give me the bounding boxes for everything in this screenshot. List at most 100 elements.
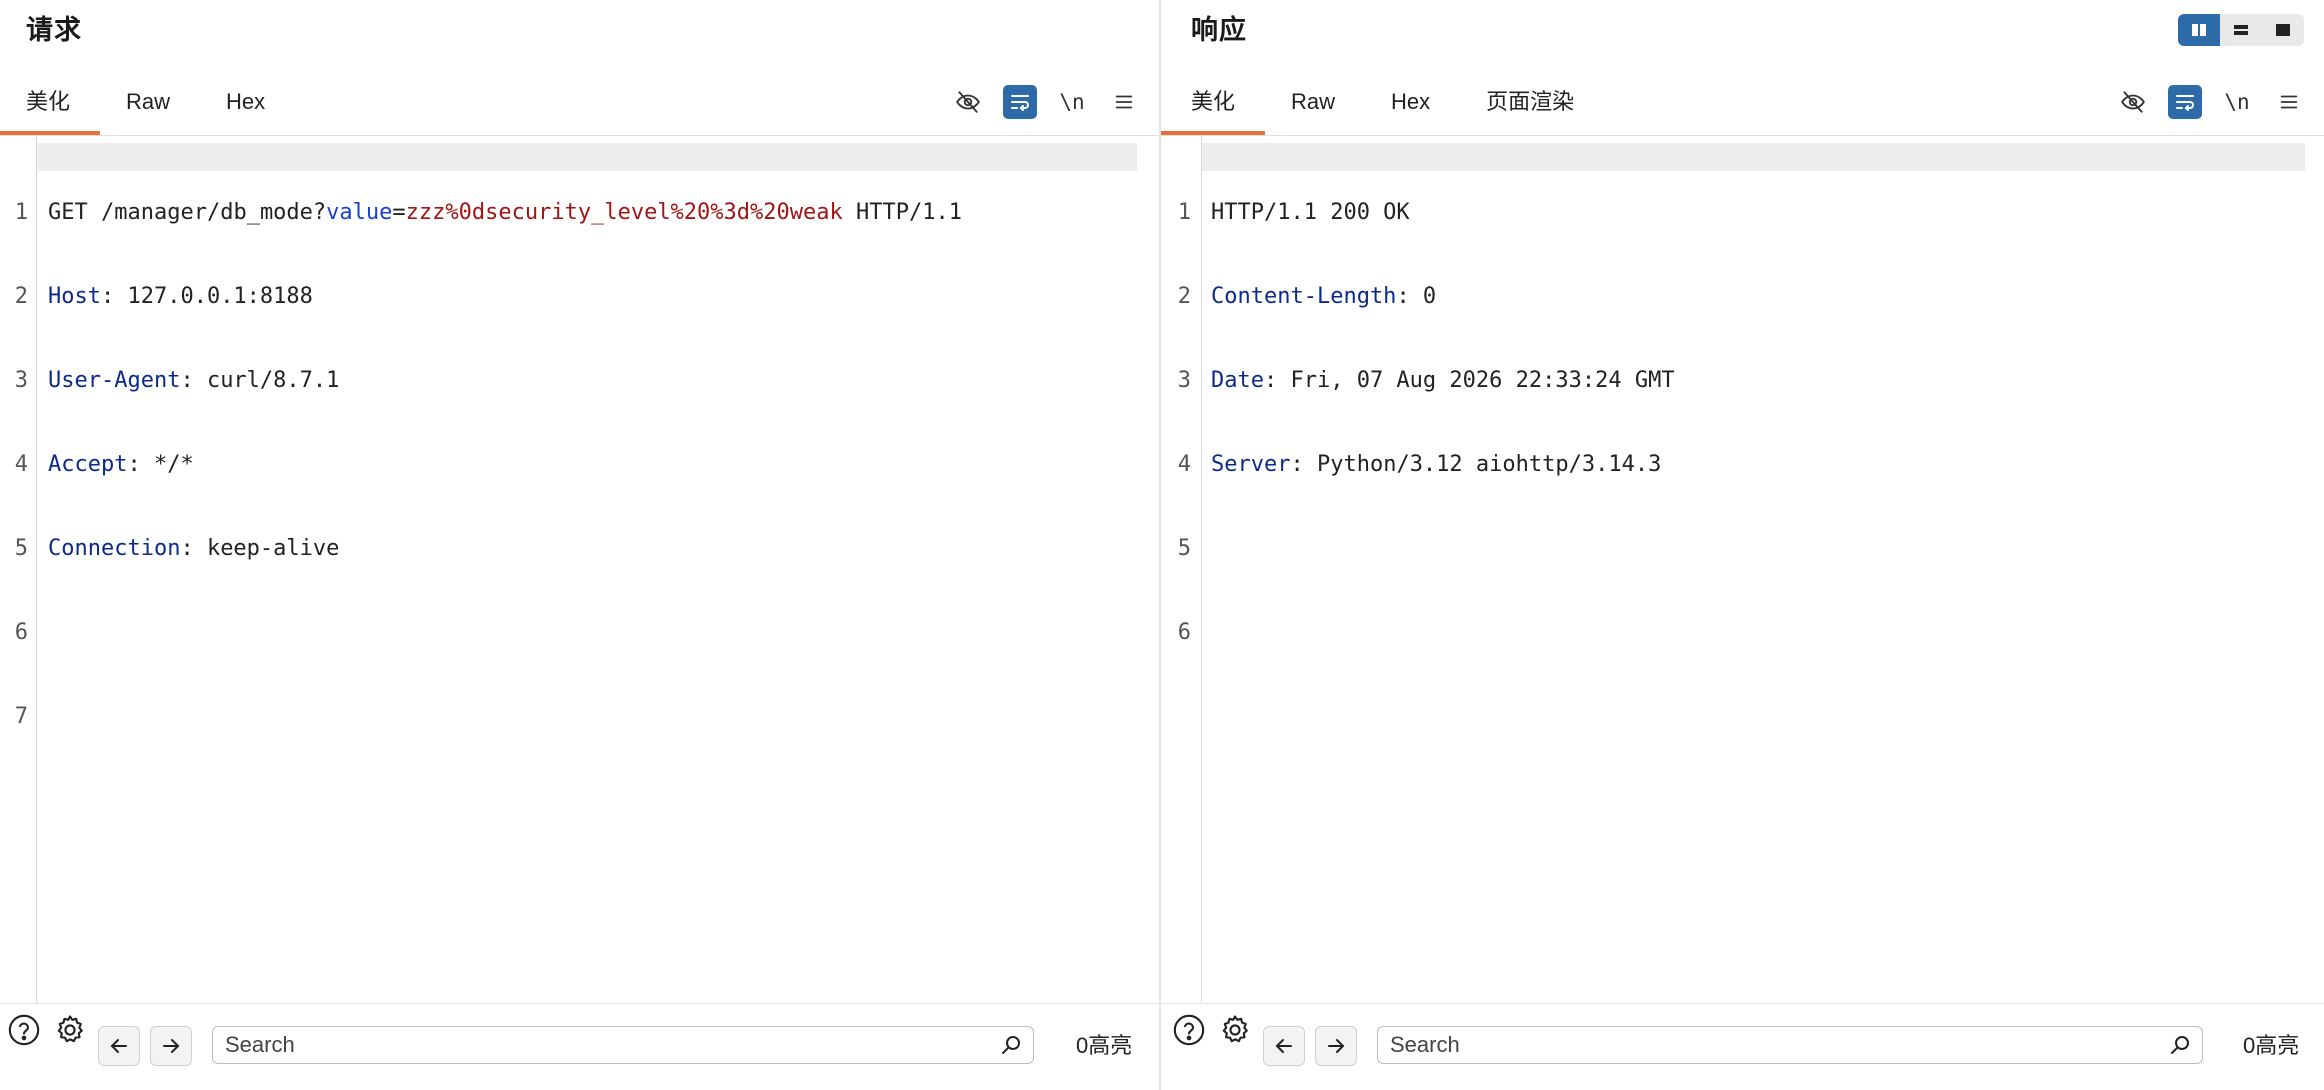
- settings-button[interactable]: [50, 1010, 90, 1050]
- tab-raw[interactable]: Raw: [100, 78, 200, 136]
- query-equals: =: [392, 200, 406, 225]
- request-editor[interactable]: 1 GET /manager/db_mode?value=zzz%0dsecuri…: [0, 136, 1159, 1004]
- line-number: 5: [1177, 536, 1191, 561]
- line-number: 1: [1177, 200, 1191, 225]
- search-icon[interactable]: [2168, 1033, 2192, 1057]
- tab-hex[interactable]: Hex: [1365, 78, 1460, 136]
- wrap-lines-toggle[interactable]: [2168, 85, 2202, 119]
- response-toolbar: \n: [2116, 84, 2324, 120]
- layout-switcher: [2178, 14, 2304, 46]
- line-number: 3: [1177, 368, 1191, 393]
- eye-off-icon: [2121, 91, 2145, 113]
- show-newlines-toggle[interactable]: \n: [2220, 85, 2254, 119]
- previous-match-button[interactable]: [98, 1026, 140, 1066]
- code-line: 5: [1161, 535, 1675, 563]
- help-button[interactable]: [4, 1010, 44, 1050]
- highlight-count: 0高亮: [2243, 1033, 2300, 1058]
- menu-icon: [2280, 95, 2298, 109]
- tab-pretty[interactable]: 美化: [1161, 78, 1266, 136]
- header-value: : 127.0.0.1:8188: [100, 284, 313, 309]
- next-match-button[interactable]: [1315, 1026, 1357, 1066]
- highlight-count: 0高亮: [1076, 1033, 1133, 1058]
- single-pane-icon: [2276, 24, 2290, 36]
- code-line: 1 HTTP/1.1 200 OK: [1161, 199, 1675, 227]
- query-param-value: zzz%0dsecurity_level%20%3d%20weak: [405, 200, 843, 225]
- header-value: : keep-alive: [180, 536, 340, 561]
- http-message-viewer: 请求 美化 Raw Hex \n 1 GET /manager/db_mode?v…: [0, 0, 2324, 1090]
- code-line: 6: [0, 619, 962, 647]
- show-newlines-toggle[interactable]: \n: [1055, 85, 1089, 119]
- response-menu-button[interactable]: [2272, 85, 2306, 119]
- header-name: Server: [1211, 452, 1291, 477]
- response-editor[interactable]: 1 HTTP/1.1 200 OK 2 Content-Length: 0 3 Dat…: [1161, 136, 2324, 1004]
- request-search-box: [212, 1026, 1034, 1064]
- line-number: 4: [1177, 452, 1191, 477]
- wrap-lines-toggle[interactable]: [1003, 85, 1037, 119]
- eye-off-icon: [956, 91, 980, 113]
- header-name: User-Agent: [48, 368, 181, 393]
- request-title: 请求: [26, 15, 82, 45]
- line-content: GET /manager/db_mode?value=zzz%0dsecurit…: [48, 199, 962, 227]
- line-number: 4: [14, 452, 28, 477]
- layout-stacked-button[interactable]: [2220, 14, 2262, 46]
- settings-button[interactable]: [1215, 1010, 1255, 1050]
- line-number: 3: [14, 368, 28, 393]
- request-tabs: 美化 Raw Hex: [0, 78, 295, 136]
- tab-render[interactable]: 页面渲染: [1460, 78, 1604, 136]
- layout-single-button[interactable]: [2262, 14, 2304, 46]
- header-name: Date: [1211, 368, 1264, 393]
- header-name: Content-Length: [1211, 284, 1397, 309]
- search-icon[interactable]: [999, 1033, 1023, 1057]
- request-code: 1 GET /manager/db_mode?value=zzz%0dsecuri…: [0, 143, 962, 787]
- tab-hex[interactable]: Hex: [200, 78, 295, 136]
- request-menu-button[interactable]: [1107, 85, 1141, 119]
- code-line: 2 Content-Length: 0: [1161, 283, 1675, 311]
- code-line: 7: [0, 703, 962, 731]
- header-name: Accept: [48, 452, 128, 477]
- line-number: 2: [1177, 284, 1191, 309]
- rows-icon: [2234, 25, 2248, 35]
- line-number: 1: [14, 200, 28, 225]
- http-version: HTTP/1.1: [842, 200, 962, 225]
- tab-raw[interactable]: Raw: [1265, 78, 1365, 136]
- code-line: 4 Accept: */*: [0, 451, 962, 479]
- header-value: : curl/8.7.1: [180, 368, 340, 393]
- response-code: 1 HTTP/1.1 200 OK 2 Content-Length: 0 3 Dat…: [1161, 143, 1675, 703]
- header-value: : Python/3.12 aiohttp/3.14.3: [1290, 452, 1662, 477]
- code-line: 2 Host: 127.0.0.1:8188: [0, 283, 962, 311]
- tab-pretty[interactable]: 美化: [0, 78, 101, 136]
- arrow-right-icon: [1328, 1039, 1345, 1053]
- request-path: /manager/db_mode?: [101, 200, 327, 225]
- hide-nonprintable-toggle[interactable]: [2116, 85, 2150, 119]
- next-match-button[interactable]: [150, 1026, 192, 1066]
- code-line: 6: [1161, 619, 1675, 647]
- wrap-text-icon: [1011, 95, 1029, 111]
- help-button[interactable]: [1169, 1010, 1209, 1050]
- columns-icon: [2192, 24, 2206, 36]
- arrow-left-icon: [110, 1039, 127, 1053]
- response-search-box: [1377, 1026, 2203, 1064]
- line-number: 6: [14, 620, 28, 645]
- help-icon: [1173, 1014, 1205, 1046]
- hide-nonprintable-toggle[interactable]: [951, 85, 985, 119]
- line-number: 5: [14, 536, 28, 561]
- code-line: 4 Server: Python/3.12 aiohttp/3.14.3: [1161, 451, 1675, 479]
- layout-side-by-side-button[interactable]: [2178, 14, 2220, 46]
- response-search-input[interactable]: [1390, 1027, 2150, 1063]
- code-line: 1 GET /manager/db_mode?value=zzz%0dsecuri…: [0, 199, 962, 227]
- response-tabs: 美化 Raw Hex 页面渲染: [1161, 78, 1604, 136]
- code-line: 3 User-Agent: curl/8.7.1: [0, 367, 962, 395]
- previous-match-button[interactable]: [1263, 1026, 1305, 1066]
- menu-icon: [1115, 95, 1133, 109]
- arrow-left-icon: [1275, 1039, 1292, 1053]
- request-search-input[interactable]: [225, 1027, 985, 1063]
- wrap-text-icon: [2176, 95, 2194, 111]
- header-value: : */*: [127, 452, 194, 477]
- request-toolbar: \n: [951, 84, 1159, 120]
- header-value: : 0: [1396, 284, 1437, 309]
- code-line: 3 Date: Fri, 07 Aug 2026 22:33:24 GMT: [1161, 367, 1675, 395]
- help-icon: [8, 1014, 40, 1046]
- request-panel: 请求 美化 Raw Hex \n 1 GET /manager/db_mode?v…: [0, 0, 1161, 1090]
- response-panel: 响应 美化 Raw Hex 页面渲染 \n 1 HTTP/1.1 200 OK …: [1161, 0, 2324, 1090]
- line-number: 7: [14, 704, 28, 729]
